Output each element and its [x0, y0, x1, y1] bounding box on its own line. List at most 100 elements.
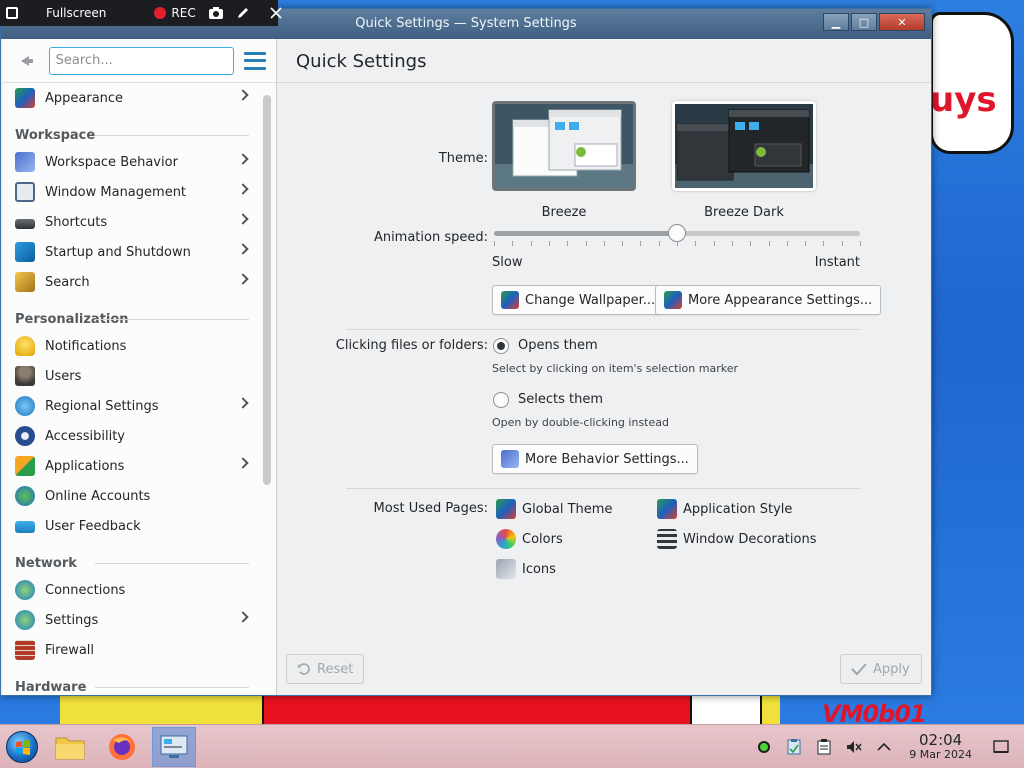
sidebar-item-user-feedback[interactable]: User Feedback [3, 511, 259, 541]
appearance-icon [15, 88, 35, 108]
annotate-button[interactable] [230, 0, 256, 26]
slider-tick [622, 241, 624, 246]
sidebar-item-notifications[interactable]: Notifications [3, 331, 259, 361]
apply-button[interactable]: Apply [840, 654, 922, 684]
more-appearance-settings-button[interactable]: More Appearance Settings... [655, 285, 882, 315]
taskbar-system-settings[interactable] [152, 727, 196, 767]
clock-time: 02:04 [919, 731, 963, 749]
sidebar-section-workspace: Workspace [3, 113, 259, 147]
theme-card-breeze[interactable] [492, 101, 636, 191]
screenshot-button[interactable] [202, 0, 230, 26]
sidebar-item-label: Firewall [45, 642, 95, 658]
window-decorations-icon [657, 529, 677, 549]
show-desktop-icon[interactable] [992, 738, 1010, 756]
sidebar-item-applications[interactable]: Applications [3, 451, 259, 481]
selects-them-hint: Open by double-clicking instead [492, 416, 669, 429]
slider-handle[interactable] [668, 224, 686, 242]
change-wallpaper-button[interactable]: Change Wallpaper... [492, 285, 665, 315]
close-button[interactable]: ✕ [879, 13, 925, 31]
sidebar-item-label: Settings [45, 612, 99, 628]
most-used-icons[interactable]: Icons [496, 559, 556, 579]
reset-button[interactable]: Reset [286, 654, 365, 684]
checkmark-icon [851, 663, 867, 676]
sidebar-item-label: Shortcuts [45, 214, 108, 230]
slider-max-label: Instant [814, 255, 860, 270]
taskbar-firefox[interactable] [100, 727, 144, 767]
most-used-global-theme[interactable]: Global Theme [496, 499, 612, 519]
clock[interactable]: 02:04 9 Mar 2024 [909, 732, 972, 762]
selects-them-label: Selects them [518, 392, 604, 407]
sidebar-item-connections[interactable]: Connections [3, 575, 259, 605]
animation-speed-slider[interactable] [494, 224, 860, 242]
fullscreen-button[interactable]: Fullscreen [0, 0, 112, 26]
hamburger-menu-button[interactable] [244, 51, 267, 70]
more-behavior-settings-button[interactable]: More Behavior Settings... [492, 444, 698, 474]
sidebar-item-label: Regional Settings [45, 398, 159, 414]
search-icon [15, 272, 35, 292]
clipboard-icon[interactable] [815, 738, 833, 756]
opens-them-label: Opens them [518, 338, 598, 353]
sidebar-item-users[interactable]: Users [3, 361, 259, 391]
folder-icon [55, 737, 85, 760]
most-used-label: Global Theme [522, 501, 613, 517]
slider-tick [494, 241, 495, 246]
global-theme-icon [496, 499, 516, 519]
chevron-right-icon [237, 243, 249, 255]
theme-label: Theme: [438, 151, 488, 166]
sidebar-item-workspace-behavior[interactable]: Workspace Behavior [3, 147, 259, 177]
sidebar-scrollbar[interactable] [263, 95, 271, 485]
sidebar-item-regional-settings[interactable]: Regional Settings [3, 391, 259, 421]
sidebar: Appearance Workspace Workspace Behavior … [3, 39, 277, 695]
sidebar-item-shortcuts[interactable]: Shortcuts [3, 207, 259, 237]
status-indicator-icon[interactable] [755, 738, 773, 756]
sidebar-item-network-settings[interactable]: Settings [3, 605, 259, 635]
sidebar-item-accessibility[interactable]: Accessibility [3, 421, 259, 451]
taskbar: 02:04 9 Mar 2024 [0, 724, 1024, 768]
workspace-behavior-icon [15, 152, 35, 172]
camera-icon [208, 7, 223, 19]
sidebar-item-startup-shutdown[interactable]: Startup and Shutdown [3, 237, 259, 267]
sidebar-item-firewall[interactable]: Firewall [3, 635, 259, 665]
search-input[interactable] [48, 46, 235, 75]
rec-button[interactable]: REC [148, 0, 201, 26]
selects-them-radio[interactable] [493, 392, 509, 408]
chevron-up-icon[interactable] [875, 738, 893, 756]
slider-tick [567, 241, 569, 246]
minimize-button[interactable]: ▁ [823, 13, 849, 31]
sidebar-item-label: Users [45, 368, 82, 384]
sidebar-header [3, 39, 276, 83]
clipboard-manager-icon[interactable] [785, 738, 803, 756]
recbar-close-button[interactable] [264, 0, 288, 26]
sidebar-item-appearance[interactable]: Appearance [3, 83, 259, 113]
slider-tick [768, 241, 770, 246]
taskbar-file-manager[interactable] [48, 727, 92, 767]
most-used-label: Window Decorations [683, 531, 817, 547]
windows-logo-icon [16, 740, 30, 755]
sidebar-item-online-accounts[interactable]: Online Accounts [3, 481, 259, 511]
opens-them-hint: Select by clicking on item's selection m… [492, 362, 738, 375]
most-used-colors[interactable]: Colors [496, 529, 563, 549]
sidebar-item-label: User Feedback [45, 518, 141, 534]
volume-muted-icon[interactable] [845, 738, 863, 756]
chevron-right-icon [237, 213, 249, 225]
most-used-window-decorations[interactable]: Window Decorations [657, 529, 817, 549]
most-used-pages-label: Most Used Pages: [373, 501, 488, 516]
start-menu-button[interactable] [6, 731, 38, 763]
apply-label: Apply [873, 661, 910, 677]
back-button[interactable] [13, 48, 39, 74]
opens-them-radio[interactable] [493, 338, 509, 354]
chevron-right-icon [237, 153, 249, 165]
fullscreen-icon [6, 7, 18, 19]
theme-card-breeze-dark[interactable] [672, 101, 816, 191]
bell-icon [15, 336, 35, 356]
maximize-button[interactable]: □ [851, 13, 877, 31]
most-used-application-style[interactable]: Application Style [657, 499, 792, 519]
most-used-label: Icons [522, 561, 556, 577]
chevron-right-icon [237, 89, 249, 101]
clicking-files-label: Clicking files or folders: [335, 338, 488, 353]
sidebar-item-search[interactable]: Search [3, 267, 259, 297]
sidebar-item-window-management[interactable]: Window Management [3, 177, 259, 207]
fullscreen-label: Fullscreen [46, 6, 107, 20]
pencil-icon [237, 8, 248, 18]
slider-tick [530, 241, 532, 246]
